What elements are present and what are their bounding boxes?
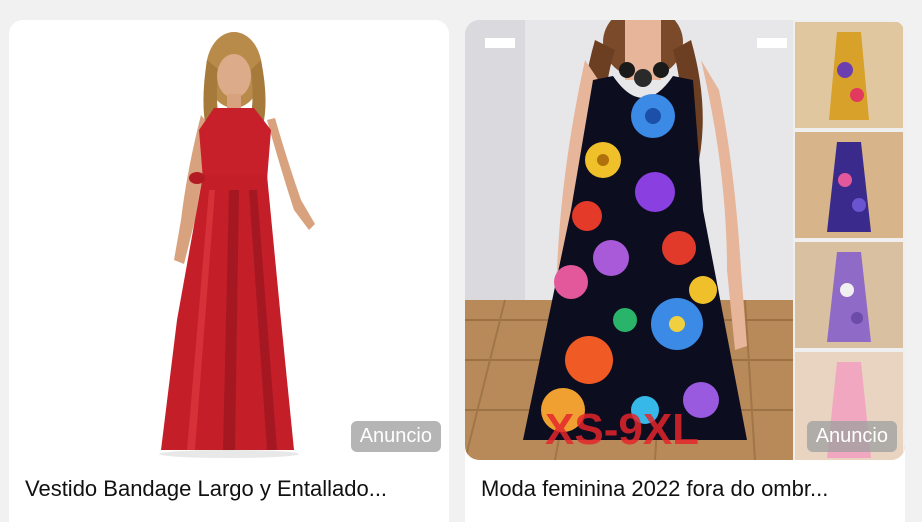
size-range-overlay: XS-9XL: [545, 405, 699, 454]
red-dress-illustration: [159, 32, 315, 458]
product-title[interactable]: Vestido Bandage Largo y Entallado...: [25, 476, 439, 502]
product-image[interactable]: XS-9XL Anuncio: [465, 20, 905, 460]
product-image[interactable]: Anuncio: [9, 20, 449, 460]
product-card[interactable]: XS-9XL Anuncio Moda feminina 2022 fora d…: [465, 20, 905, 522]
ad-badge: Anuncio: [806, 421, 897, 452]
product-title[interactable]: Moda feminina 2022 fora do ombr...: [481, 476, 895, 502]
product-card[interactable]: Anuncio Vestido Bandage Largo y Entallad…: [9, 20, 449, 522]
floral-dress-illustration: XS-9XL: [465, 20, 905, 460]
ad-badge: Anuncio: [350, 421, 441, 452]
